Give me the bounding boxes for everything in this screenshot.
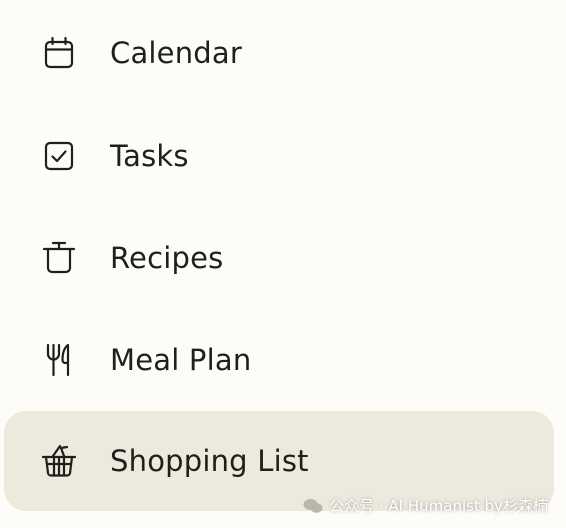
nav-item-recipes[interactable]: Recipes: [4, 208, 554, 308]
nav-label-tasks: Tasks: [110, 139, 189, 173]
nav-label-recipes: Recipes: [110, 241, 224, 275]
watermark-text: 公众号 · AI Humanist by杉森楠: [329, 497, 548, 515]
checkbox-icon: [40, 137, 78, 175]
pot-icon: [40, 239, 78, 277]
nav-item-calendar[interactable]: Calendar: [4, 3, 554, 103]
nav-label-meal-plan: Meal Plan: [110, 343, 252, 377]
nav-item-tasks[interactable]: Tasks: [4, 106, 554, 206]
wechat-icon: [303, 498, 323, 514]
calendar-icon: [40, 34, 78, 72]
fork-knife-icon: [40, 341, 78, 379]
watermark: 公众号 · AI Humanist by杉森楠: [303, 495, 548, 516]
nav-label-shopping-list: Shopping List: [110, 444, 309, 478]
basket-icon: [40, 442, 78, 480]
nav-item-meal-plan[interactable]: Meal Plan: [4, 310, 554, 410]
nav-label-calendar: Calendar: [110, 36, 243, 70]
